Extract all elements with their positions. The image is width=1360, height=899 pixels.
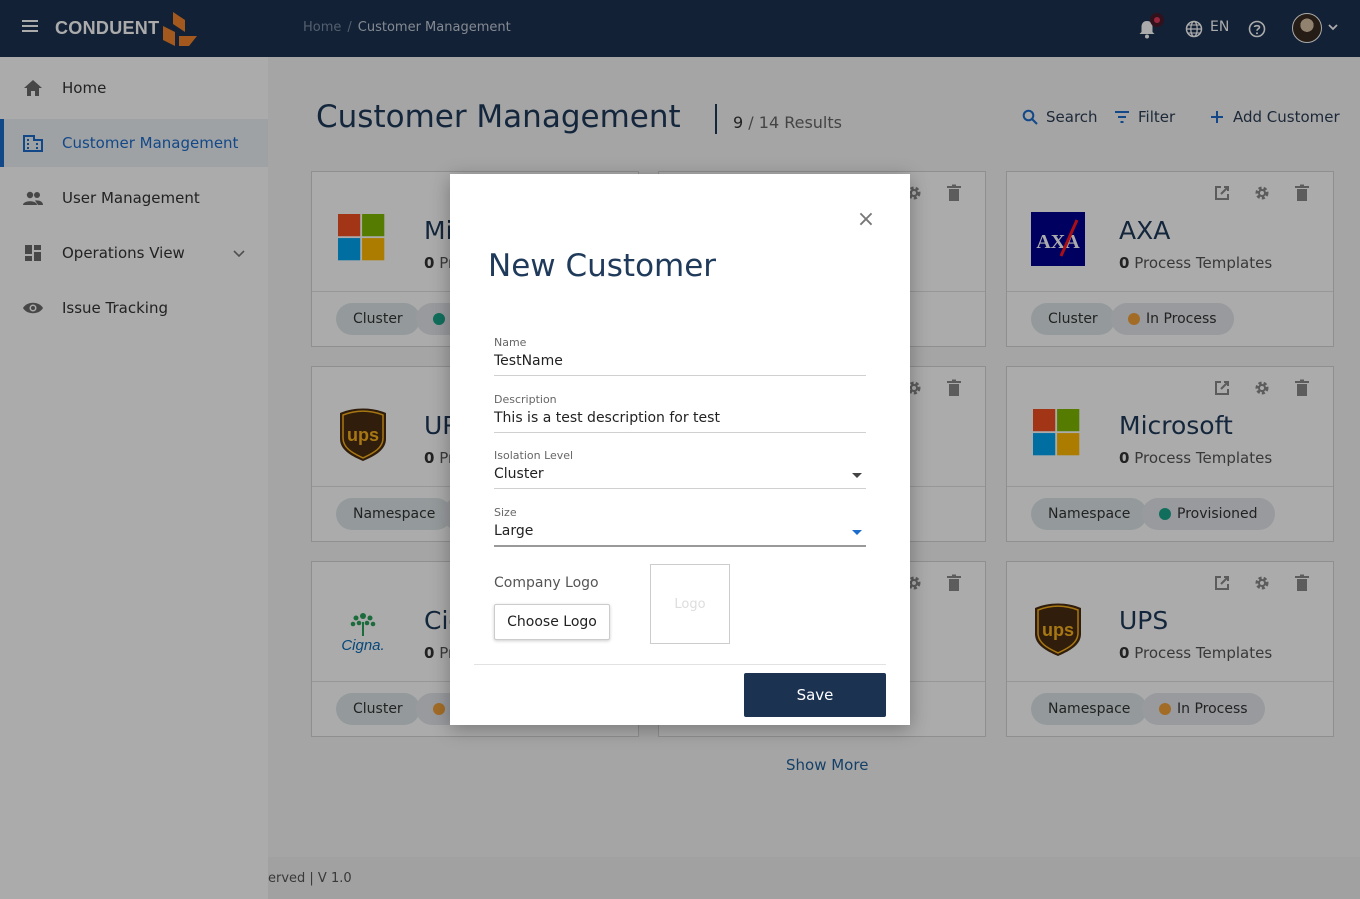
size-label: Size [494, 506, 517, 519]
description-underline [494, 432, 866, 433]
name-label: Name [494, 336, 527, 349]
new-customer-dialog: × New Customer Name TestName Description… [450, 174, 910, 725]
logo-preview: Logo [650, 564, 730, 644]
dropdown-caret-icon[interactable] [852, 530, 862, 535]
name-field[interactable]: Name TestName [494, 336, 866, 376]
isolation-level-value[interactable]: Cluster [494, 466, 866, 482]
dialog-divider [474, 664, 886, 665]
description-input[interactable]: This is a test description for test [494, 410, 866, 426]
isolation-level-underline [494, 488, 866, 489]
name-underline [494, 375, 866, 376]
dropdown-caret-icon[interactable] [852, 473, 862, 478]
choose-logo-button[interactable]: Choose Logo [494, 604, 610, 640]
save-button[interactable]: Save [744, 673, 886, 717]
isolation-level-select[interactable]: Isolation Level Cluster [494, 449, 866, 489]
description-field[interactable]: Description This is a test description f… [494, 393, 866, 433]
dialog-title: New Customer [488, 248, 717, 284]
name-input[interactable]: TestName [494, 353, 866, 369]
company-logo-label: Company Logo [494, 575, 599, 591]
logo-placeholder-text: Logo [674, 596, 706, 612]
description-label: Description [494, 393, 557, 406]
size-value[interactable]: Large [494, 523, 866, 539]
size-select[interactable]: Size Large [494, 506, 866, 547]
isolation-level-label: Isolation Level [494, 449, 574, 462]
close-icon[interactable]: × [856, 209, 876, 231]
size-underline [494, 545, 866, 547]
